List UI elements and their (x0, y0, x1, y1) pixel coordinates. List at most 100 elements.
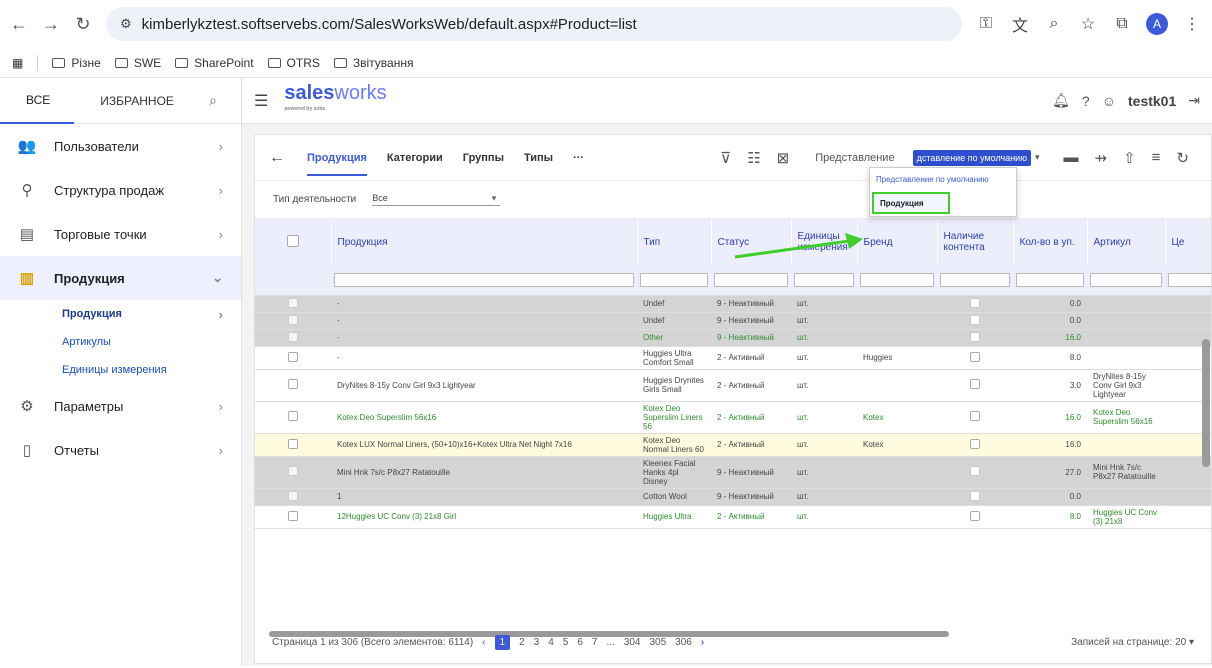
vertical-scrollbar[interactable] (1201, 325, 1211, 467)
clear-filter-icon[interactable]: ⊠ (777, 149, 790, 167)
per-page-select[interactable]: 20 (1175, 637, 1186, 648)
sidebar-item-users[interactable]: 👥 Пользователи › (0, 124, 241, 168)
bookmark-folder[interactable]: SWE (114, 56, 161, 70)
table-row[interactable]: Kotex LUX Normal Liners, (50+10)x16+Kote… (255, 433, 1211, 457)
table-row[interactable]: 1 Cotton Wool 9 - Неактивный шт. 0.0 (255, 488, 1211, 506)
row-checkbox[interactable] (288, 379, 298, 389)
bell-icon[interactable]: 🔔︎ (1052, 92, 1070, 109)
hamburger-icon[interactable]: ☰ (254, 91, 268, 111)
table-row[interactable]: - Huggies Ultra Comfort Small 2 - Активный… (255, 346, 1211, 370)
row-checkbox[interactable] (288, 510, 298, 521)
col-content[interactable]: Наличие контента (937, 219, 1014, 265)
content-checkbox[interactable] (970, 331, 980, 342)
username[interactable]: testk01 (1128, 93, 1176, 109)
page-5[interactable]: 5 (563, 637, 569, 648)
page-6[interactable]: 6 (577, 637, 583, 648)
bookmark-folder[interactable]: Різне (52, 56, 101, 70)
chevron-down-icon[interactable]: ▾ (1189, 637, 1194, 648)
unit-filter-input[interactable] (794, 272, 854, 287)
table-row[interactable]: - Undef 9 - Неактивный шт. 0.0 (255, 295, 1211, 313)
upload-icon[interactable]: ⇧ (1123, 149, 1136, 167)
site-info-icon[interactable]: ⚙ (120, 16, 132, 32)
brand-filter-input[interactable] (860, 272, 934, 287)
content-checkbox[interactable] (970, 314, 980, 325)
row-checkbox[interactable] (288, 314, 298, 325)
tab-favorites[interactable]: ИЗБРАННОЕ (74, 78, 198, 124)
apps-icon[interactable]: ▦ (12, 56, 23, 70)
col-article[interactable]: Артикул (1087, 219, 1166, 265)
extensions-icon[interactable]: ⧉ (1112, 15, 1132, 33)
page-2[interactable]: 2 (519, 637, 525, 648)
key-icon[interactable]: ⚿ (976, 15, 996, 33)
next-page-icon[interactable]: › (701, 637, 704, 648)
view-option-default[interactable]: Представление по умолчанию (870, 168, 1016, 190)
select-all-checkbox[interactable] (286, 234, 299, 247)
tab-products[interactable]: Продукция (307, 152, 367, 176)
content-filter-select[interactable] (940, 272, 1010, 287)
col-price[interactable]: Це (1165, 219, 1211, 265)
logout-icon[interactable]: ⇥ (1188, 92, 1200, 109)
row-checkbox[interactable] (288, 466, 298, 476)
tab-groups[interactable]: Группы (463, 152, 504, 164)
sort-icon[interactable]: ≡ (1152, 149, 1161, 166)
table-row[interactable]: - Undef 9 - Неактивный шт. 0.0 (255, 312, 1211, 330)
sidebar-item-reports[interactable]: ▯ Отчеты › (0, 428, 241, 472)
zoom-icon[interactable]: ⌕ (1044, 15, 1064, 33)
subitem-products[interactable]: Продукция › (0, 300, 241, 328)
page-3[interactable]: 3 (534, 637, 540, 648)
subitem-units[interactable]: Единицы измерения (0, 356, 241, 384)
refresh-icon[interactable]: ↻ (1176, 149, 1189, 167)
content-checkbox[interactable] (970, 379, 980, 389)
user-icon[interactable]: ☺ (1102, 93, 1116, 109)
chevron-down-icon[interactable]: ▾ (1035, 152, 1040, 163)
search-icon[interactable]: ⌕ (209, 92, 217, 109)
page-1[interactable]: 1 (494, 634, 511, 650)
table-row[interactable]: Kotex Deo Superslim 56x16 Kotex Deo Super… (255, 401, 1211, 434)
status-filter-input[interactable] (714, 272, 788, 287)
split-icon[interactable]: ⇸ (1095, 149, 1108, 167)
page-305[interactable]: 305 (649, 637, 666, 648)
page-7[interactable]: 7 (592, 637, 598, 648)
prev-page-icon[interactable]: ‹ (482, 637, 485, 648)
table-row[interactable]: - Other 9 - Неактивный шт. 16.0 (255, 329, 1211, 347)
tab-categories[interactable]: Категории (387, 152, 443, 164)
back-icon[interactable]: ← (10, 14, 28, 35)
sidebar-item-products[interactable]: ▥ Продукция ⌄ (0, 256, 241, 300)
menu-dots-icon[interactable]: ⋮ (1182, 14, 1202, 34)
content-checkbox[interactable] (970, 490, 980, 501)
subitem-articles[interactable]: Артикулы (0, 328, 241, 356)
row-checkbox[interactable] (288, 411, 298, 421)
filter-icon[interactable]: ⊽ (720, 149, 731, 167)
col-qty[interactable]: Кол-во в уп. (1013, 219, 1088, 265)
content-checkbox[interactable] (970, 297, 980, 308)
content-checkbox[interactable] (970, 466, 980, 476)
content-checkbox[interactable] (970, 510, 980, 521)
price-filter-input[interactable] (1168, 272, 1211, 287)
reload-icon[interactable]: ↻ (74, 14, 92, 35)
page-306[interactable]: 306 (675, 637, 692, 648)
content-checkbox[interactable] (970, 438, 980, 449)
qty-filter-spinner[interactable] (1016, 272, 1084, 287)
activity-select[interactable]: Все ▾ (372, 193, 501, 206)
view-select[interactable]: дставление по умолчанию (912, 149, 1031, 166)
column-settings-icon[interactable]: ☷ (747, 149, 760, 167)
row-checkbox[interactable] (288, 438, 298, 449)
sidebar-item-structure[interactable]: ⚲ Структура продаж › (0, 168, 241, 212)
table-row[interactable]: DryNites 8-15y Conv Girl 9x3 Lightyear Hu… (255, 369, 1211, 402)
article-filter-input[interactable] (1090, 272, 1162, 287)
product-filter-input[interactable] (334, 272, 634, 287)
content-checkbox[interactable] (970, 411, 980, 421)
col-product[interactable]: Продукция (331, 219, 638, 265)
type-filter-input[interactable] (640, 272, 708, 287)
content-checkbox[interactable] (970, 351, 980, 362)
table-row[interactable]: 12Huggies UC Conv (3) 21x8 Girl Huggies U… (255, 505, 1211, 529)
sidebar-item-stores[interactable]: ▤ Торговые точки › (0, 212, 241, 256)
sidebar-item-settings[interactable]: ⚙ Параметры › (0, 384, 241, 428)
bookmark-folder[interactable]: SharePoint (175, 56, 254, 70)
tab-all[interactable]: ВСЕ (0, 78, 75, 124)
tab-more[interactable]: ··· (573, 152, 584, 164)
bookmark-folder[interactable]: Звітування (333, 56, 413, 70)
address-bar[interactable]: ⚙ kimberlykztest.softservebs.com/SalesWo… (106, 7, 962, 41)
row-checkbox[interactable] (288, 331, 298, 342)
col-type[interactable]: Тип (637, 219, 712, 265)
